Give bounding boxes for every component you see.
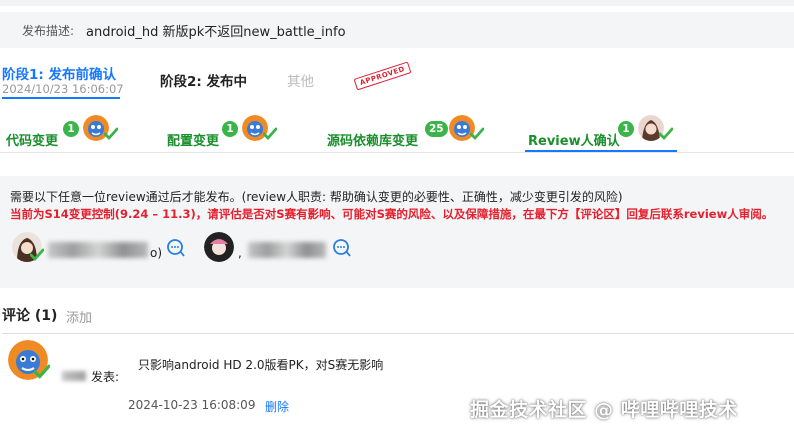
chat-icon[interactable] [166,238,186,258]
review-item-dependencies[interactable]: 源码依赖库变更 25 [327,115,487,153]
reviewer-entry: o) [12,232,192,266]
reviewer-name-suffix: , [238,246,242,260]
review-label-code: 代码变更 [6,134,59,149]
reviewer-name-redacted [248,242,326,258]
comment-text: 只影响android HD 2.0版看PK，对S赛无影响 [138,358,384,372]
approved-check-icon [104,127,118,141]
approved-stamp: APPROVED [353,61,412,91]
top-strip [0,0,794,6]
approved-check-icon [30,248,44,262]
watermark: 掘金技术社区 @ 哔哩哔哩技术 [470,399,738,421]
comment-posted-label: 发表: [91,370,120,384]
divider [2,333,794,334]
notice-text: 需要以下任意一位review通过后才能发布。(review人职责: 帮助确认变更… [10,190,623,204]
approved-check-icon [659,127,673,141]
divider [0,152,794,153]
review-item-reviewer-confirm[interactable]: Review人确认 1 [528,115,678,153]
description-bar: 发布描述: android_hd 新版pk不返回new_battle_info [0,12,794,48]
tab-stage-1[interactable]: 阶段1: 发布前确认 [2,63,116,83]
reviewer-name-suffix: o) [150,246,163,260]
tab-other[interactable]: 其他 [287,70,314,90]
count-badge: 25 [425,121,448,137]
reviewer-entry: , [204,232,364,266]
review-label-dependencies: 源码依赖库变更 [327,134,419,149]
description-label: 发布描述: [22,23,75,38]
comments-title: 评论 (1) [2,308,58,324]
review-label-reviewer-confirm: Review人确认 [528,134,620,149]
add-comment-button[interactable]: 添加 [66,307,92,326]
review-item-code[interactable]: 代码变更 1 [6,115,126,153]
approved-check-icon [470,127,484,141]
stage-1-date: 2024/10/23 16:06:07 [2,82,124,96]
count-badge: 1 [63,121,79,137]
stage-1-active-indicator [2,97,120,99]
tab-stage-2[interactable]: 阶段2: 发布中 [160,70,247,90]
review-categories: 代码变更 1 配置变更 1 源码依赖库变更 25 Review人确认 1 [0,115,794,155]
comment-timestamp: 2024-10-23 16:08:09 [128,398,256,412]
review-notice: 需要以下任意一位review通过后才能发布。(review人职责: 帮助确认变更… [0,176,794,288]
reviewer-name-redacted [48,242,148,258]
approved-check-icon [263,127,277,141]
count-badge: 1 [618,121,634,137]
delete-comment-link[interactable]: 删除 [265,398,289,415]
description-value: android_hd 新版pk不返回new_battle_info [86,24,346,40]
approved-check-icon [34,364,50,379]
review-item-config[interactable]: 配置变更 1 [167,115,287,153]
comment-author-redacted [62,371,86,381]
review-label-config: 配置变更 [167,134,220,149]
count-badge: 1 [222,121,238,137]
notice-warning-text: 当前为S14变更控制(9.24 – 11.3)，请评估是否对S赛有影响、可能对S… [10,207,774,221]
chat-icon[interactable] [332,238,352,258]
avatar [204,232,234,262]
